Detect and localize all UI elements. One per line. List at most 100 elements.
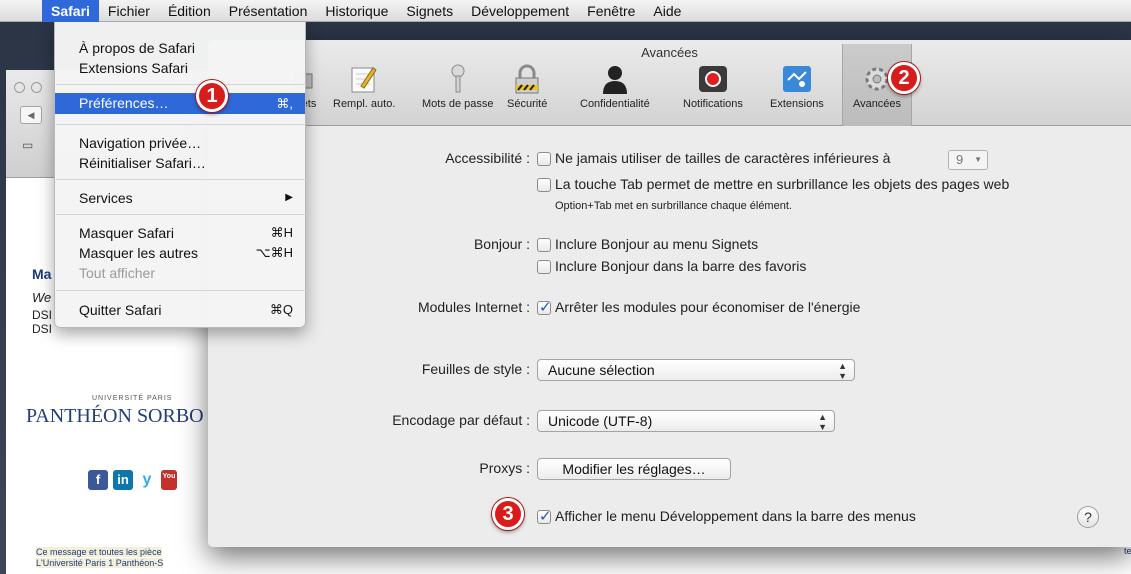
annotation-badge-1: 1 (196, 80, 228, 112)
menu-item-label: À propos de Safari (79, 40, 195, 56)
min-font-text: Ne jamais utiliser de tailles de caractè… (555, 150, 891, 166)
menu-item-label: Préférences… (79, 95, 169, 111)
tab-confidentialite[interactable]: Confidentialité (580, 64, 650, 110)
linkedin-icon[interactable]: in (113, 470, 133, 490)
menu-item-hide-safari[interactable]: Masquer Safari ⌘H (55, 223, 305, 243)
submenu-arrow-icon: ▶ (285, 192, 293, 203)
key-icon (443, 64, 473, 94)
menu-separator (56, 290, 306, 291)
social-icons: f in y You (88, 470, 177, 490)
tab-remplissage-auto[interactable]: Rempl. auto. (333, 64, 395, 110)
close-window-icon[interactable] (14, 82, 25, 93)
back-button[interactable]: ◀ (20, 106, 42, 124)
menu-signets[interactable]: Signets (397, 0, 462, 22)
encoding-select[interactable]: Unicode (UTF-8) ▲ ▼ (537, 410, 835, 432)
mail-sender-name: Ma (32, 266, 52, 282)
menu-fenetre[interactable]: Fenêtre (578, 0, 644, 22)
tab-highlight-note: Option+Tab met en surbrillance chaque él… (555, 200, 792, 212)
tab-securite[interactable]: Sécurité (507, 64, 547, 110)
menu-separator (56, 214, 306, 215)
bookmarks-book-icon[interactable]: ▭ (22, 138, 33, 152)
menu-item-label: Services (79, 190, 133, 206)
updown-arrows-icon: ▲ ▼ (818, 412, 827, 432)
proxys-label: Proxys : (479, 460, 530, 476)
twitter-icon[interactable]: y (138, 470, 156, 490)
safari-dropdown-menu: À propos de Safari Extensions Safari Pré… (54, 22, 306, 328)
menu-item-label: Masquer les autres (79, 245, 199, 261)
menu-item-private-browsing[interactable]: Navigation privée… (55, 133, 305, 153)
person-silhouette-icon (600, 64, 630, 94)
mail-disclaimer-line: Ce message et toutes les pièce (36, 547, 162, 557)
menu-edition[interactable]: Édition (159, 0, 220, 22)
tab-highlight-text: La touche Tab permet de mettre en surbri… (555, 176, 1010, 192)
encoding-value: Unicode (UTF-8) (548, 413, 653, 429)
modules-energy-text: Arrêter les modules pour économiser de l… (555, 299, 861, 315)
menu-historique[interactable]: Historique (316, 0, 397, 22)
annotation-badge-2: 2 (888, 62, 920, 94)
annotation-badge-3: 3 (492, 498, 524, 530)
padlock-icon (512, 64, 542, 94)
menu-separator (56, 179, 306, 180)
modules-energy-checkbox[interactable] (537, 298, 552, 316)
facebook-icon[interactable]: f (88, 470, 108, 490)
menu-item-label: Quitter Safari (79, 302, 162, 318)
menu-item-extensions[interactable]: Extensions Safari (55, 58, 305, 78)
tab-label: Mots de passe (422, 98, 494, 110)
bonjour-signets-text: Inclure Bonjour au menu Signets (555, 236, 759, 252)
menu-safari[interactable]: Safari (42, 0, 99, 22)
tab-label: Extensions (770, 98, 824, 110)
preferences-window: Avancées ets Rempl. auto. Mots de passe (208, 40, 1131, 547)
help-button[interactable]: ? (1077, 506, 1099, 528)
chevron-down-icon: ▼ (974, 155, 982, 164)
menu-item-label: Masquer Safari (79, 225, 174, 241)
menu-item-shortcut: ⌘, (276, 96, 293, 111)
menu-fichier[interactable]: Fichier (99, 0, 159, 22)
menu-bar: Safari Fichier Édition Présentation Hist… (0, 0, 1131, 22)
menu-developpement[interactable]: Développement (462, 0, 578, 22)
bonjour-favoris-text: Inclure Bonjour dans la barre des favori… (555, 258, 807, 274)
menu-item-about[interactable]: À propos de Safari (55, 38, 305, 58)
modules-label: Modules Internet : (417, 299, 530, 315)
mail-department-line: DSI (32, 322, 53, 336)
minimize-window-icon[interactable] (31, 82, 42, 93)
tab-label: Confidentialité (580, 98, 650, 110)
tab-highlight-checkbox[interactable] (537, 178, 551, 192)
youtube-icon[interactable]: You (161, 470, 177, 490)
develop-menu-text: Afficher le menu Développement dans la b… (555, 508, 916, 524)
menu-item-preferences[interactable]: Préférences… ⌘, (55, 93, 305, 114)
develop-menu-checkbox[interactable] (537, 507, 552, 525)
min-font-size-select[interactable]: 9 ▼ (948, 150, 988, 170)
accessibility-label: Accessibilité : (445, 150, 530, 166)
menu-separator (56, 124, 306, 125)
menu-item-label: Navigation privée… (79, 135, 202, 151)
autofill-pencil-icon (349, 64, 379, 94)
stylesheet-label: Feuilles de style : (421, 361, 530, 377)
bonjour-label: Bonjour : (473, 236, 530, 252)
bonjour-signets-checkbox[interactable] (537, 238, 551, 252)
menu-item-label: Tout afficher (79, 265, 156, 281)
menu-item-reset[interactable]: Réinitialiser Safari… (55, 153, 305, 173)
stylesheet-value: Aucune sélection (548, 362, 655, 378)
tab-label: Rempl. auto. (333, 98, 396, 110)
tab-extensions[interactable]: Extensions (770, 64, 824, 110)
menu-item-label: Extensions Safari (79, 60, 188, 76)
menu-presentation[interactable]: Présentation (220, 0, 317, 22)
stylesheet-select[interactable]: Aucune sélection ▲ ▼ (537, 359, 855, 381)
menu-aide[interactable]: Aide (644, 0, 690, 22)
proxys-settings-button[interactable]: Modifier les réglages… (537, 458, 731, 480)
window-title: Avancées (641, 45, 698, 60)
tab-label: Sécurité (507, 98, 548, 110)
menu-item-quit[interactable]: Quitter Safari ⌘Q (55, 300, 305, 320)
menu-item-services[interactable]: Services ▶ (55, 188, 305, 208)
menu-separator (56, 84, 306, 85)
notifications-red-dot-icon (698, 64, 728, 94)
university-logo-text: PANTHÉON SORBO (26, 405, 204, 427)
tab-notifications[interactable]: Notifications (683, 64, 743, 110)
menu-item-hide-others[interactable]: Masquer les autres ⌥⌘H (55, 243, 305, 263)
tab-mots-de-passe[interactable]: Mots de passe (422, 64, 494, 110)
mail-right-edge-text: te (1124, 546, 1131, 556)
preferences-toolbar: Avancées ets Rempl. auto. Mots de passe (208, 40, 1131, 126)
menu-item-shortcut: ⌥⌘H (255, 245, 293, 260)
bonjour-favoris-checkbox[interactable] (537, 260, 551, 274)
min-font-checkbox[interactable] (537, 152, 551, 166)
